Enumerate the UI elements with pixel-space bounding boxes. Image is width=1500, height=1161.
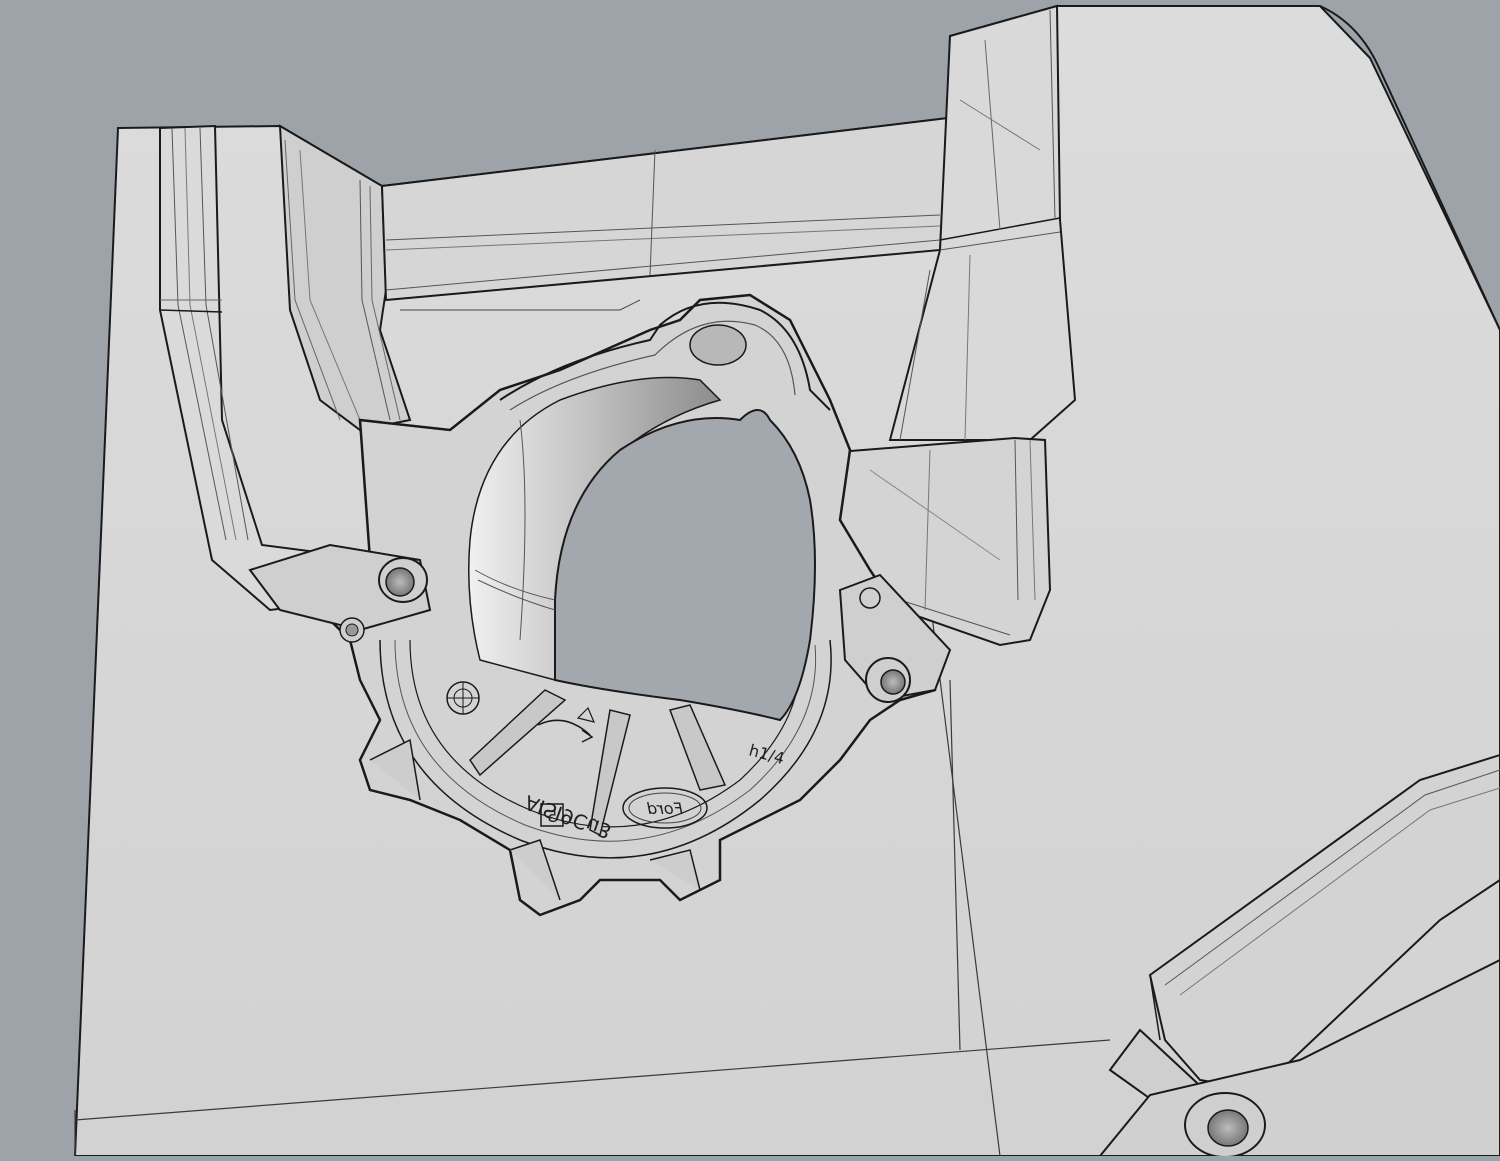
cad-viewport[interactable]: AISI9Cu3 5 h1/4 Ford bbox=[0, 0, 1500, 1158]
cavity-mark: 5 bbox=[547, 807, 557, 826]
recycle-symbol-icon bbox=[446, 681, 480, 715]
cad-model-view[interactable]: AISI9Cu3 5 h1/4 Ford bbox=[0, 0, 1500, 1158]
ford-logo-text: Ford bbox=[646, 799, 683, 818]
